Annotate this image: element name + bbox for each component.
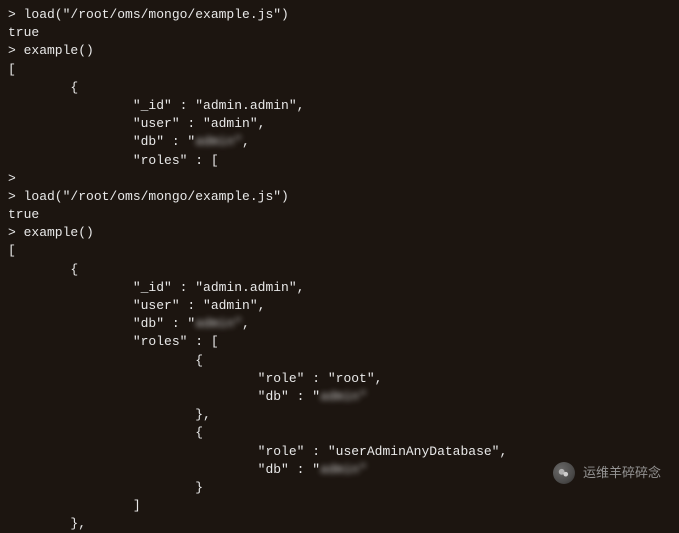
redacted-text: admin" — [320, 388, 367, 406]
output-line: "user" : "admin", — [8, 115, 671, 133]
output-line: }, — [8, 515, 671, 533]
output-line: "db" : "admin" — [8, 388, 671, 406]
command-line: > example() — [8, 42, 671, 60]
output-line: "_id" : "admin.admin", — [8, 97, 671, 115]
command-line: > example() — [8, 224, 671, 242]
redacted-text: admin" — [320, 461, 367, 479]
output-line: "db" : "admin", — [8, 133, 671, 151]
result-line: true — [8, 206, 671, 224]
command-line: > load("/root/oms/mongo/example.js") — [8, 6, 671, 24]
output-line: { — [8, 79, 671, 97]
output-line: [ — [8, 61, 671, 79]
output-line: }, — [8, 406, 671, 424]
output-line: "user" : "admin", — [8, 297, 671, 315]
output-line: "db" : "admin", — [8, 315, 671, 333]
watermark-text: 运维羊碎碎念 — [583, 464, 661, 482]
redacted-text: admin" — [195, 133, 242, 151]
command-line: > load("/root/oms/mongo/example.js") — [8, 188, 671, 206]
output-line: { — [8, 352, 671, 370]
output-line: "role" : "userAdminAnyDatabase", — [8, 443, 671, 461]
output-line: { — [8, 261, 671, 279]
watermark: 运维羊碎碎念 — [553, 462, 661, 484]
wechat-icon — [553, 462, 575, 484]
output-line: "roles" : [ — [8, 333, 671, 351]
output-line: { — [8, 424, 671, 442]
result-line: true — [8, 24, 671, 42]
output-line: [ — [8, 242, 671, 260]
redacted-text: admin" — [195, 315, 242, 333]
terminal-output: > load("/root/oms/mongo/example.js") tru… — [8, 6, 671, 533]
output-line: "_id" : "admin.admin", — [8, 279, 671, 297]
output-line: "roles" : [ — [8, 152, 671, 170]
output-line: "role" : "root", — [8, 370, 671, 388]
prompt-line: > — [8, 170, 671, 188]
